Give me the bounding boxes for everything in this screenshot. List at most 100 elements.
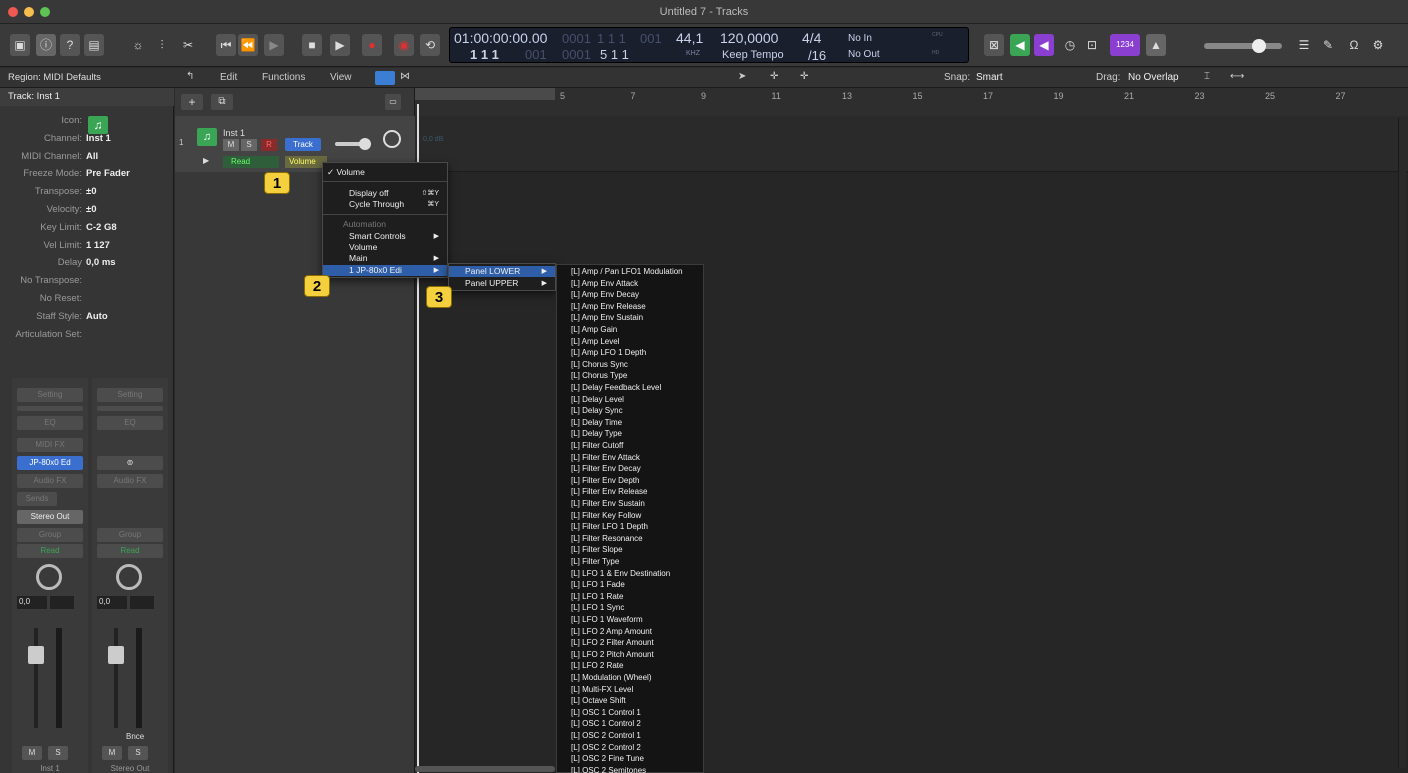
parameter-menu-item[interactable]: [L] Amp / Pan LFO1 Modulation xyxy=(571,267,683,276)
eq-display[interactable] xyxy=(17,406,83,411)
parameter-menu-item[interactable]: [L] LFO 2 Filter Amount xyxy=(571,638,654,647)
parameter-menu-item[interactable]: [L] OSC 2 Fine Tune xyxy=(571,754,644,763)
back-icon[interactable]: ↰ xyxy=(186,71,194,82)
automation-view-icon[interactable] xyxy=(375,71,395,85)
menu-item-panel-upper[interactable]: Panel UPPER ▶ xyxy=(449,278,555,289)
loop-browser-icon[interactable]: Ω xyxy=(1344,34,1364,56)
record-enable-button[interactable]: R xyxy=(261,139,277,151)
rewind-icon[interactable]: ⏪ xyxy=(238,34,258,56)
parameter-menu-item[interactable]: [L] Multi-FX Level xyxy=(571,685,633,694)
mute-button[interactable]: M xyxy=(22,746,42,760)
parameter-menu-item[interactable]: [L] OSC 2 Control 2 xyxy=(571,743,641,752)
pan-knob[interactable] xyxy=(36,564,62,590)
master-volume-slider[interactable] xyxy=(1204,43,1282,49)
setting-button[interactable]: Setting xyxy=(97,388,163,402)
parameter-menu-item[interactable]: [L] OSC 2 Semitones xyxy=(571,766,646,773)
mute-button[interactable]: M xyxy=(223,139,239,151)
automation-read-button[interactable]: Read xyxy=(17,544,83,558)
add-track-icon[interactable]: + xyxy=(181,94,203,110)
parameter-menu-item[interactable]: [L] Amp Gain xyxy=(571,325,617,334)
menu-item-cycle-through[interactable]: Cycle Through ⌘Y xyxy=(323,199,447,210)
parameter-menu-item[interactable]: [L] Amp Env Release xyxy=(571,302,646,311)
sync-icon[interactable]: ⊡ xyxy=(1082,34,1102,56)
eq-button[interactable]: EQ xyxy=(17,416,83,430)
menu-item-panel-lower[interactable]: Panel LOWER ▶ xyxy=(449,266,555,277)
eq-display[interactable] xyxy=(97,406,163,411)
vertical-scrollbar[interactable] xyxy=(1398,118,1406,768)
parameter-menu-item[interactable]: [L] Delay Type xyxy=(571,429,622,438)
smart-controls-icon[interactable]: ☼ xyxy=(128,34,148,56)
parameter-menu-item[interactable]: [L] Filter Env Sustain xyxy=(571,499,645,508)
volume-fader[interactable] xyxy=(108,646,124,664)
parameter-menu-item[interactable]: [L] LFO 1 Fade xyxy=(571,580,625,589)
inspector-row[interactable]: Articulation Set: xyxy=(0,326,174,344)
waveform-zoom-icon[interactable]: ⌶ xyxy=(1204,71,1210,82)
capture-record-icon[interactable]: ◉ xyxy=(394,34,414,56)
automation-parameter[interactable]: Volume xyxy=(285,156,327,168)
automation-read-button[interactable]: Read xyxy=(97,544,163,558)
inspector-icon[interactable]: ⓘ xyxy=(36,34,56,56)
horizontal-scrollbar[interactable] xyxy=(415,766,555,772)
duplicate-track-icon[interactable]: ⧉ xyxy=(211,94,233,110)
track-pan-knob[interactable] xyxy=(383,130,401,148)
global-tracks-icon[interactable]: ▭ xyxy=(385,94,401,110)
inspector-value[interactable]: ±0 xyxy=(86,201,97,219)
parameter-menu-item[interactable]: [L] Delay Feedback Level xyxy=(571,383,661,392)
marquee-tool-icon[interactable]: ✛ xyxy=(800,71,808,82)
region-inspector-header[interactable]: Region: MIDI Defaults xyxy=(0,68,174,88)
parameter-menu-item[interactable]: [L] Filter Env Depth xyxy=(571,476,639,485)
parameter-menu-item[interactable]: [L] Filter Resonance xyxy=(571,534,643,543)
output-button[interactable]: Stereo Out xyxy=(17,510,83,524)
parameter-menu-item[interactable]: [L] Filter Env Release xyxy=(571,487,647,496)
parameter-menu-item[interactable]: [L] Amp Level xyxy=(571,337,619,346)
view-menu[interactable]: View xyxy=(330,72,352,83)
volume-fader[interactable] xyxy=(28,646,44,664)
bar-ruler[interactable]: 13579111315171921232527 xyxy=(415,88,1408,118)
inspector-row[interactable]: MIDI Channel: All xyxy=(0,148,174,166)
parameter-menu-item[interactable]: [L] Delay Sync xyxy=(571,406,623,415)
parameter-menu-item[interactable]: [L] Modulation (Wheel) xyxy=(571,673,651,682)
track-button[interactable]: Track xyxy=(285,138,321,151)
menu-item-plugin[interactable]: 1 JP-80x0 Edi ▶ xyxy=(323,265,447,276)
replace-icon[interactable]: ⊠ xyxy=(984,34,1004,56)
inspector-row[interactable]: No Transpose: xyxy=(0,272,174,290)
parameter-menu-item[interactable]: [L] LFO 2 Amp Amount xyxy=(571,627,652,636)
audio-fx-button[interactable]: Audio FX xyxy=(97,474,163,488)
horizontal-zoom-icon[interactable]: ⟷ xyxy=(1230,71,1244,82)
eq-button[interactable]: EQ xyxy=(97,416,163,430)
menu-item-volume[interactable]: Volume xyxy=(323,242,447,253)
parameter-menu-item[interactable]: [L] Delay Time xyxy=(571,418,622,427)
parameter-menu-item[interactable]: [L] Filter Type xyxy=(571,557,619,566)
inspector-row[interactable]: Channel: Inst 1 xyxy=(0,130,174,148)
metronome-icon[interactable]: ▲ xyxy=(1146,34,1166,56)
list-editors-icon[interactable]: ☰ xyxy=(1294,34,1314,56)
parameter-menu-item[interactable]: [L] Filter Env Attack xyxy=(571,453,640,462)
inspector-row[interactable]: Velocity: ±0 xyxy=(0,201,174,219)
sends-button[interactable]: Sends xyxy=(17,492,57,506)
group-button[interactable]: Group xyxy=(17,528,83,542)
parameter-menu-item[interactable]: [L] Octave Shift xyxy=(571,696,626,705)
record-icon[interactable]: ● xyxy=(362,34,382,56)
pointer-tool-icon[interactable]: ➤ xyxy=(738,71,746,82)
parameter-menu-item[interactable]: [L] Filter Key Follow xyxy=(571,511,641,520)
library-icon[interactable]: ▣ xyxy=(10,34,30,56)
inspector-row[interactable]: Icon: xyxy=(0,112,174,130)
parameter-menu-item[interactable]: [L] OSC 1 Control 1 xyxy=(571,708,641,717)
parameter-menu-item[interactable]: [L] LFO 2 Pitch Amount xyxy=(571,650,654,659)
parameter-menu-item[interactable]: [L] Chorus Type xyxy=(571,371,627,380)
edit-menu[interactable]: Edit xyxy=(220,72,237,83)
drag-select[interactable]: No Overlap xyxy=(1128,72,1179,83)
parameter-menu-item[interactable]: [L] LFO 1 Sync xyxy=(571,603,624,612)
automation-mode[interactable]: Read xyxy=(223,156,279,168)
track-volume-knob[interactable] xyxy=(359,138,371,150)
inspector-row[interactable]: Key Limit: C-2 G8 xyxy=(0,219,174,237)
audio-fx-button[interactable]: Audio FX xyxy=(17,474,83,488)
parameter-menu-item[interactable]: [L] Amp Env Decay xyxy=(571,290,639,299)
master-volume-knob[interactable] xyxy=(1252,39,1266,53)
inspector-value[interactable]: C-2 G8 xyxy=(86,219,117,237)
cycle-region[interactable] xyxy=(415,88,555,100)
inspector-value[interactable]: ±0 xyxy=(86,183,97,201)
inspector-row[interactable]: Transpose: ±0 xyxy=(0,183,174,201)
quick-help-icon[interactable]: ? xyxy=(60,34,80,56)
solo-icon[interactable]: ◀ xyxy=(1010,34,1030,56)
